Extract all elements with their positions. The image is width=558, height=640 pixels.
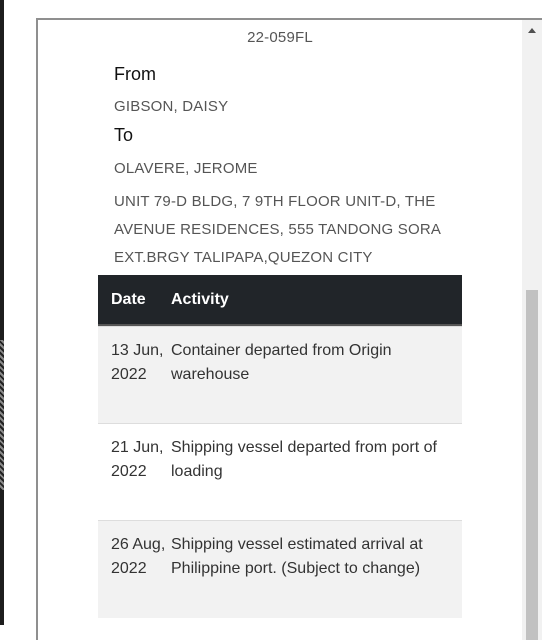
from-label: From [114,64,156,84]
row-date: 21 Jun, 2022 [111,439,164,480]
row-activity: Shipping vessel estimated arrival at Phi… [171,536,423,577]
background-left-edge [0,0,4,625]
activity-table: Date Activity 13 Jun, 2022 Container dep… [98,275,462,618]
table-header: Date Activity [98,275,462,326]
row-date: 26 Aug, 2022 [111,536,166,577]
table-row: 13 Jun, 2022 Container departed from Ori… [98,326,462,423]
tracking-number: 22-059FL [247,29,313,46]
modal-content: 22-059FL From GIBSON, DAISY To OLAVERE, … [38,20,522,640]
row-activity: Container departed from Origin warehouse [171,342,392,383]
recipient-address: UNIT 79-D BLDG, 7 9TH FLOOR UNIT-D, THE … [114,193,441,266]
scrollbar-thumb[interactable] [526,290,538,640]
vertical-scrollbar[interactable] [522,20,542,640]
background-pattern [0,340,4,490]
tracking-modal: 22-059FL From GIBSON, DAISY To OLAVERE, … [36,18,542,640]
triangle-up-icon [528,27,536,33]
column-header-date: Date [111,290,146,308]
row-activity: Shipping vessel departed from port of lo… [171,439,437,480]
column-header-activity: Activity [171,290,229,308]
recipient-name: OLAVERE, JEROME [114,160,258,177]
to-label: To [114,125,134,145]
scroll-up-button[interactable] [522,22,542,38]
table-row: 26 Aug, 2022 Shipping vessel estimated a… [98,520,462,618]
sender-name: GIBSON, DAISY [114,98,229,115]
table-row: 21 Jun, 2022 Shipping vessel departed fr… [98,423,462,520]
row-date: 13 Jun, 2022 [111,342,164,383]
